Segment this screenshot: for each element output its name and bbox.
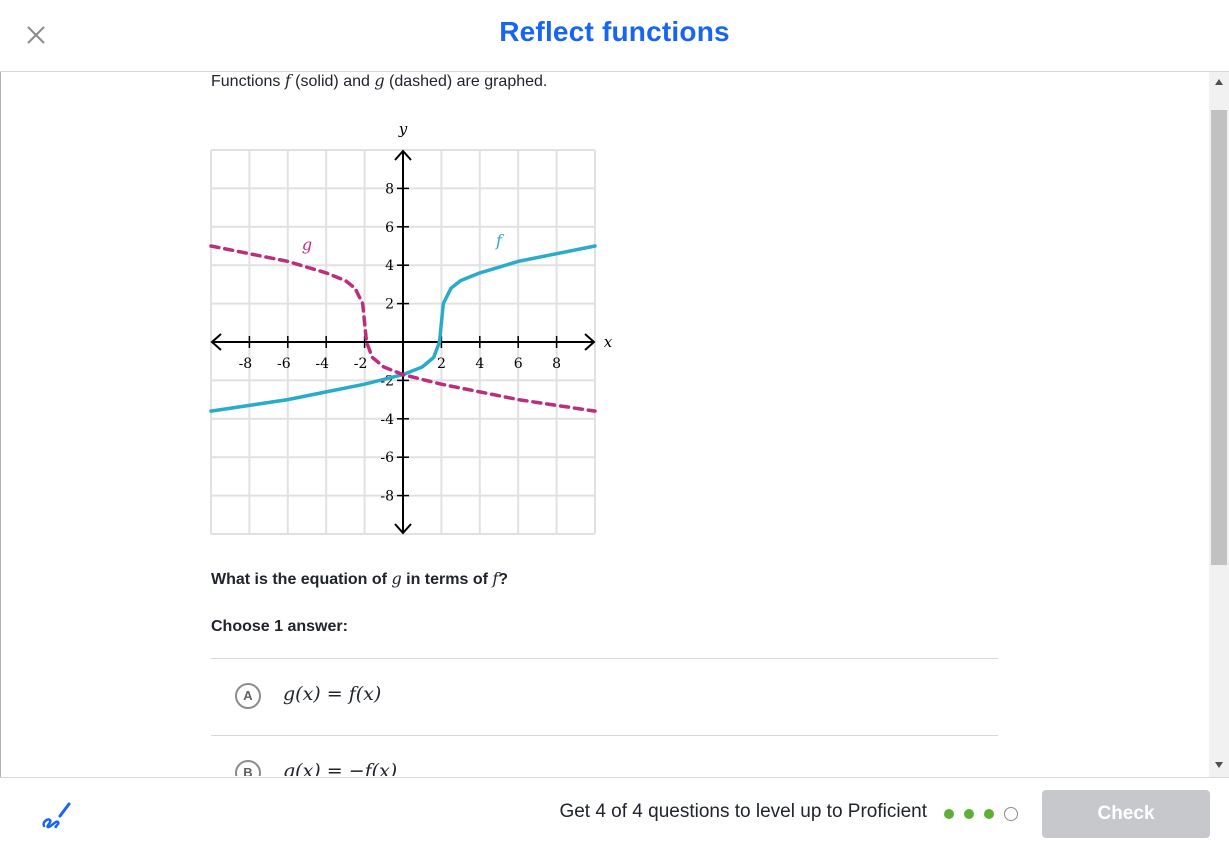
y-tick-label: -4 (380, 412, 394, 428)
series-label-f: f (495, 231, 505, 250)
progress-dot-complete (984, 809, 994, 819)
function-graph: -8 -6 -4 -2 2 4 6 88642-2-4-6-8xyfg (209, 120, 613, 535)
choice-a[interactable]: A g(x) = f(x) (211, 659, 998, 735)
question-g-symbol: g (391, 569, 402, 588)
x-tick-label: -4 (315, 356, 329, 372)
prompt-text: (solid) and (290, 73, 375, 90)
triangle-down-icon (1215, 762, 1223, 768)
progress-dot-complete (944, 809, 954, 819)
x-tick-label: 2 (437, 356, 446, 372)
y-tick-label: 8 (385, 181, 394, 197)
x-tick-label: -6 (277, 356, 291, 372)
x-tick-label: 8 (552, 356, 561, 372)
scroll-down-button[interactable] (1209, 755, 1229, 775)
y-tick-label: 4 (385, 258, 394, 274)
x-tick-label: -2 (354, 356, 368, 372)
choose-label: Choose 1 answer: (211, 618, 348, 635)
page-title: Reflect functions (499, 16, 730, 47)
prompt-text: Functions (211, 73, 285, 90)
x-tick-label: -8 (239, 356, 253, 372)
series-label-g: g (302, 235, 312, 254)
level-up-text: Get 4 of 4 questions to level up to Prof… (559, 801, 927, 822)
scroll-up-button[interactable] (1209, 72, 1229, 92)
question-part: in terms of (401, 571, 493, 588)
choice-equation: g(x) = f(x) (283, 683, 382, 705)
question-part: ? (498, 571, 509, 588)
exercise-content: Functions f (solid) and g (dashed) are g… (0, 72, 1209, 776)
scratchpad-pencil-icon (42, 802, 71, 829)
choice-letter: B (235, 760, 261, 776)
question-text: What is the equation of g in terms of f? (211, 569, 508, 589)
scratchpad-button[interactable] (38, 796, 74, 832)
x-tick-label: 6 (514, 356, 523, 372)
triangle-up-icon (1215, 79, 1223, 85)
prompt-g-symbol: g (374, 72, 385, 90)
header: Reflect functions (0, 0, 1229, 72)
progress-dot-empty (1004, 807, 1018, 821)
y-tick-label: -6 (380, 450, 394, 466)
choice-letter: A (235, 683, 261, 709)
y-tick-label: 2 (385, 297, 394, 313)
x-axis-label: x (604, 333, 613, 351)
y-axis-label: y (398, 120, 408, 138)
footer: Get 4 of 4 questions to level up to Prof… (0, 777, 1229, 850)
x-tick-label: 4 (475, 356, 484, 372)
scrollbar-thumb[interactable] (1211, 110, 1227, 565)
y-tick-label: 6 (385, 220, 394, 236)
progress-dot-complete (964, 809, 974, 819)
scrollbar[interactable] (1209, 72, 1229, 777)
y-tick-label: -8 (380, 489, 394, 505)
question-part: What is the equation of (211, 571, 392, 588)
prompt-text: (dashed) are graphed. (384, 73, 548, 90)
choice-equation: g(x) = −f(x) (283, 760, 398, 776)
check-button[interactable]: Check (1042, 790, 1210, 838)
problem-prompt: Functions f (solid) and g (dashed) are g… (211, 72, 547, 91)
choice-b[interactable]: B g(x) = −f(x) (211, 736, 998, 776)
